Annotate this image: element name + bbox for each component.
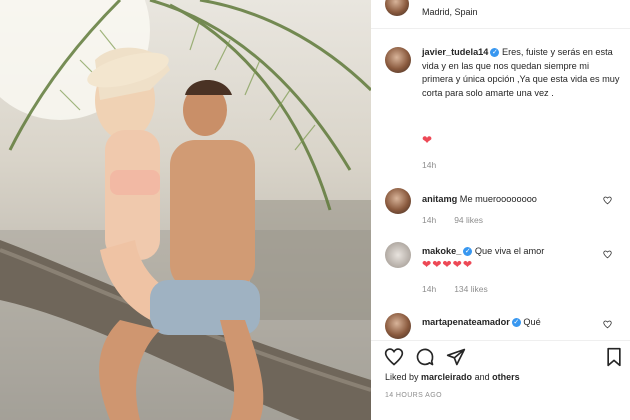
comment-bubble-icon[interactable] — [415, 347, 435, 367]
comment-text: Qué — [523, 317, 541, 327]
comment-text: Que viva el amor — [474, 246, 545, 256]
author-avatar[interactable] — [385, 0, 409, 16]
beach-couple-image — [0, 0, 371, 420]
post-details-panel: Madrid, Spain javier_tudela14 ✓ Eres, fui… — [371, 0, 630, 420]
like-heart-icon[interactable] — [384, 347, 404, 367]
comment-item: makoke_ ✓ Que viva el amor — [422, 245, 622, 257]
post-photo[interactable] — [0, 0, 371, 420]
comment-avatar[interactable] — [385, 242, 411, 268]
share-send-icon[interactable] — [446, 347, 466, 367]
comment-item: martapenateamador ✓ Qué — [422, 316, 622, 328]
liked-by-and: and — [472, 372, 493, 382]
comment-like-heart-icon[interactable] — [603, 320, 612, 329]
comment-hearts: ❤❤❤❤❤ — [422, 259, 474, 271]
caption-block: javier_tudela14 ✓ Eres, fuiste y serás en… — [422, 46, 622, 100]
comment-meta: 14h 94 likes — [422, 215, 483, 225]
liked-by-others[interactable]: others — [492, 372, 520, 382]
post-timestamp[interactable]: 14 HOURS AGO — [385, 392, 442, 399]
post-location[interactable]: Madrid, Spain — [422, 7, 478, 17]
comment-like-heart-icon[interactable] — [603, 250, 612, 259]
comment-avatar[interactable] — [385, 188, 411, 214]
comment-meta: 14h 134 likes — [422, 284, 488, 294]
liked-by-user[interactable]: marcleirado — [421, 372, 472, 382]
post-action-bar — [371, 340, 630, 371]
comment-text: Me mueroooooooo — [459, 194, 537, 204]
comment-username[interactable]: makoke_ — [422, 246, 461, 256]
liked-by-line: Liked by marcleirado and others — [385, 372, 520, 382]
comment-age: 14h — [422, 215, 437, 225]
save-bookmark-icon[interactable] — [604, 347, 624, 367]
caption-avatar[interactable] — [385, 47, 411, 73]
caption-emoji: ❤ — [422, 133, 433, 147]
comment-username[interactable]: martapenateamador — [422, 317, 510, 327]
liked-by-prefix: Liked by — [385, 372, 422, 382]
caption-age: 14h — [422, 160, 437, 170]
post-header: Madrid, Spain — [371, 0, 630, 29]
comment-username[interactable]: anitamg — [422, 194, 457, 204]
comment-likes[interactable]: 134 likes — [454, 284, 488, 294]
comment-like-heart-icon[interactable] — [603, 196, 612, 205]
comment-age: 14h — [422, 284, 437, 294]
verified-badge-icon: ✓ — [511, 318, 521, 328]
comment-item: anitamg Me mueroooooooo — [422, 193, 622, 205]
comment-avatar[interactable] — [385, 313, 411, 339]
comment-likes[interactable]: 94 likes — [454, 215, 483, 225]
caption-username[interactable]: javier_tudela14 — [422, 47, 488, 57]
verified-badge-icon: ✓ — [463, 247, 473, 257]
